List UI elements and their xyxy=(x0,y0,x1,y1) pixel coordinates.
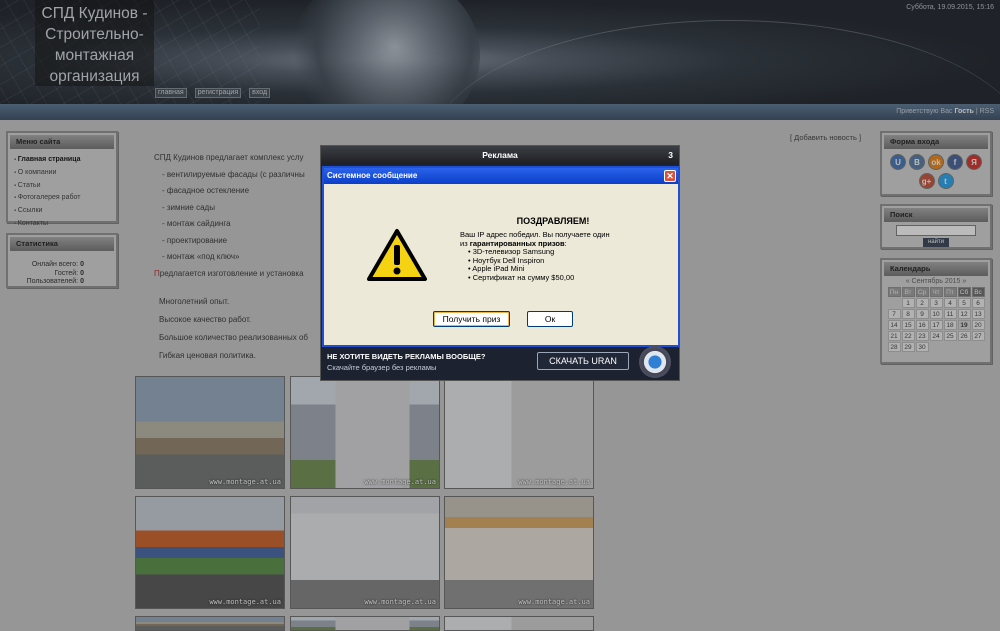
ok-button[interactable]: Ок xyxy=(527,311,573,327)
dialog-heading: ПОЗДРАВЛЯЕМ! xyxy=(516,216,590,226)
prize-item: Сертификат на сумму $50,00 xyxy=(468,273,660,283)
warning-icon xyxy=(367,229,427,281)
download-uran-button[interactable]: СКАЧАТЬ URAN xyxy=(537,352,629,370)
close-icon[interactable]: ✕ xyxy=(664,170,676,182)
dialog-message: ПОЗДРАВЛЯЕМ! Ваш IP адрес победил. Вы по… xyxy=(460,216,660,282)
ad-title: Реклама xyxy=(482,150,518,160)
browser-logo-icon[interactable] xyxy=(639,346,671,378)
fake-system-dialog: Системное сообщение ✕ ПОЗДРАВЛЯЕМ! Ваш I… xyxy=(322,166,680,347)
dialog-title-bar: Системное сообщение ✕ xyxy=(324,168,678,184)
ad-title-bar: Реклама 3 xyxy=(321,146,679,164)
ad-countdown: 3 xyxy=(668,150,673,160)
ad-footer-heading: НЕ ХОТИТЕ ВИДЕТЬ РЕКЛАМЫ ВООБЩЕ? xyxy=(327,352,486,361)
ad-popup: Реклама 3 Системное сообщение ✕ ПОЗДРАВЛ… xyxy=(320,145,680,381)
dialog-title: Системное сообщение xyxy=(327,171,418,180)
prize-list: 3D-телевизор Samsung Ноутбук Dell Inspir… xyxy=(468,247,660,283)
get-prize-button[interactable]: Получить приз xyxy=(433,311,510,327)
ad-footer-subtext: Скачайте браузер без рекламы xyxy=(327,363,437,372)
